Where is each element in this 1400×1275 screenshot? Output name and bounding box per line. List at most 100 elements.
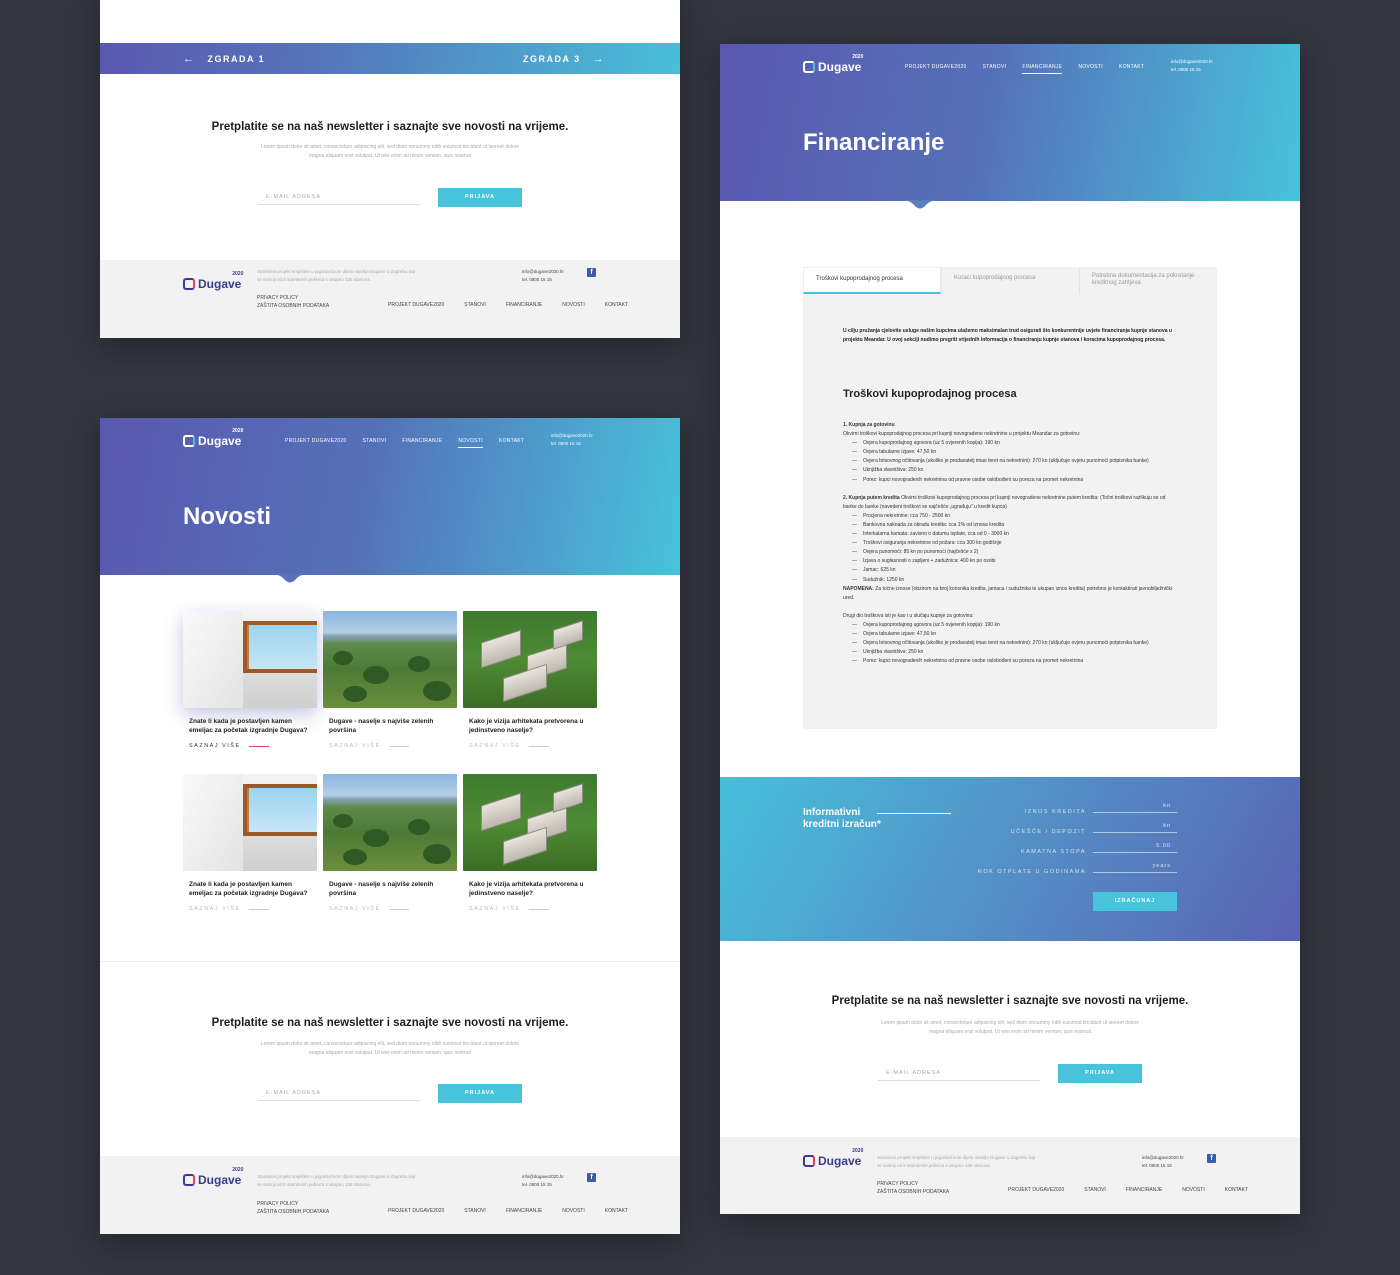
- read-more-link[interactable]: SAZNAJ VIŠE: [469, 906, 591, 912]
- footer-menu-novosti[interactable]: NOVOSTI: [562, 1208, 585, 1214]
- footer-logo[interactable]: Dugave 2020: [803, 1148, 863, 1168]
- footer-logo[interactable]: Dugave 2020: [183, 1167, 243, 1187]
- footer-email[interactable]: info@dugave2020.hr: [1142, 1154, 1184, 1162]
- news-card[interactable]: Kako je vizija arhitekata pretvorena u j…: [463, 611, 597, 749]
- credit-purchase-title: 2. Kupnja putem kredita: [843, 494, 900, 501]
- footer-menu-stanovi[interactable]: STANOVI: [464, 302, 486, 308]
- footer-menu-stanovi[interactable]: STANOVI: [1084, 1187, 1106, 1193]
- newsletter-email-input[interactable]: E-MAIL ADRESA: [258, 188, 420, 205]
- list-item: Ovjera tabularne izjave: 47,50 kn: [843, 448, 1173, 457]
- news-card[interactable]: Znate li kada je postavljen kamen emelja…: [183, 611, 317, 749]
- read-more-link[interactable]: SAZNAJ VIŠE: [329, 743, 451, 749]
- menu-novosti[interactable]: NOVOSTI: [458, 438, 483, 448]
- facebook-icon[interactable]: f: [587, 268, 596, 277]
- menu-projekt[interactable]: PROJEKT DUGAVE2020: [905, 64, 967, 74]
- footer-menu-projekt[interactable]: PROJEKT DUGAVE2020: [388, 302, 444, 308]
- header-phone[interactable]: tel. 0800 15 15: [1171, 66, 1213, 74]
- footer-menu-financiranje[interactable]: FINANCIRANJE: [1126, 1187, 1162, 1193]
- news-card-image[interactable]: [463, 611, 597, 708]
- menu-stanovi[interactable]: STANOVI: [363, 438, 387, 448]
- privacy-policy-link[interactable]: PRIVACY POLICY: [257, 294, 329, 302]
- facebook-icon[interactable]: f: [587, 1173, 596, 1182]
- header-email[interactable]: info@dugave2020.hr: [1171, 58, 1213, 66]
- news-card-title[interactable]: Znate li kada je postavljen kamen emelja…: [189, 880, 311, 900]
- menu-kontakt[interactable]: KONTAKT: [499, 438, 524, 448]
- header-logo[interactable]: Dugave 2020: [803, 54, 863, 74]
- prev-building-link[interactable]: ← ZGRADA 1: [183, 53, 265, 65]
- header-phone[interactable]: tel. 0800 15 15: [551, 440, 593, 448]
- footer-legal-links: PRIVACY POLICY ZAŠTITA OSOBNIH PODATAKA: [257, 1200, 329, 1216]
- footer-email[interactable]: info@dugave2020.hr: [522, 1173, 564, 1181]
- newsletter-submit-button[interactable]: PRIJAVA: [438, 188, 522, 207]
- footer-menu-kontakt[interactable]: KONTAKT: [1225, 1187, 1248, 1193]
- calculate-button[interactable]: IZRAČUNAJ: [1093, 892, 1177, 911]
- footer-menu-kontakt[interactable]: KONTAKT: [605, 1208, 628, 1214]
- interest-rate-input[interactable]: 5.00: [1093, 843, 1177, 853]
- logo-mark-icon: [183, 435, 195, 447]
- news-card[interactable]: Dugave - naselje s najviše zelenih površ…: [323, 611, 457, 749]
- data-protection-link[interactable]: ZAŠTITA OSOBNIH PODATAKA: [877, 1188, 949, 1196]
- news-card-title[interactable]: Kako je vizija arhitekata pretvorena u j…: [469, 717, 591, 737]
- footer-menu-kontakt[interactable]: KONTAKT: [605, 302, 628, 308]
- privacy-policy-link[interactable]: PRIVACY POLICY: [877, 1180, 949, 1188]
- header-logo[interactable]: Dugave 2020: [183, 428, 243, 448]
- loan-term-input[interactable]: years: [1093, 863, 1177, 873]
- logo-text: Dugave: [198, 434, 242, 448]
- footer-legal-links: PRIVACY POLICY ZAŠTITA OSOBNIH PODATAKA: [877, 1180, 949, 1196]
- footer-menu-novosti[interactable]: NOVOSTI: [1182, 1187, 1205, 1193]
- footer-logo[interactable]: Dugave 2020: [183, 271, 243, 291]
- tab-troskovi[interactable]: Troškovi kupoprodajnog procesa: [803, 267, 941, 294]
- deposit-input[interactable]: kn: [1093, 823, 1177, 833]
- news-card-image[interactable]: [323, 774, 457, 871]
- header-email[interactable]: info@dugave2020.hr: [551, 432, 593, 440]
- loan-amount-input[interactable]: kn: [1093, 803, 1177, 813]
- read-more-link[interactable]: SAZNAJ VIŠE: [189, 743, 311, 749]
- news-card[interactable]: Znate li kada je postavljen kamen emelja…: [183, 774, 317, 912]
- footer-menu-projekt[interactable]: PROJEKT DUGAVE2020: [1008, 1187, 1064, 1193]
- tab-dokumentacija[interactable]: Potrebna dokumentacija za pokretanje kre…: [1079, 267, 1217, 294]
- data-protection-link[interactable]: ZAŠTITA OSOBNIH PODATAKA: [257, 1208, 329, 1216]
- footer-phone[interactable]: tel. 0800 15 15: [522, 1181, 564, 1189]
- news-card-image[interactable]: [183, 611, 317, 708]
- footer-menu-novosti[interactable]: NOVOSTI: [562, 302, 585, 308]
- news-card-title[interactable]: Dugave - naselje s najviše zelenih površ…: [329, 880, 451, 900]
- footer-menu-financiranje[interactable]: FINANCIRANJE: [506, 1208, 542, 1214]
- footer-menu-financiranje[interactable]: FINANCIRANJE: [506, 302, 542, 308]
- list-item: Ovjera brisovnog očitovanja (ukoliko je …: [843, 457, 1173, 466]
- menu-kontakt[interactable]: KONTAKT: [1119, 64, 1144, 74]
- facebook-icon[interactable]: f: [1207, 1154, 1216, 1163]
- hero-notch: [270, 574, 310, 583]
- read-more-link[interactable]: SAZNAJ VIŠE: [469, 743, 591, 749]
- read-more-line: [528, 745, 549, 747]
- news-card-image[interactable]: [323, 611, 457, 708]
- read-more-link[interactable]: SAZNAJ VIŠE: [329, 906, 451, 912]
- newsletter-submit-button[interactable]: PRIJAVA: [1058, 1064, 1142, 1083]
- data-protection-link[interactable]: ZAŠTITA OSOBNIH PODATAKA: [257, 302, 329, 310]
- newsletter-email-input[interactable]: E-MAIL ADRESA: [258, 1084, 420, 1101]
- news-card-image[interactable]: [463, 774, 597, 871]
- menu-projekt[interactable]: PROJEKT DUGAVE2020: [285, 438, 347, 448]
- menu-stanovi[interactable]: STANOVI: [983, 64, 1007, 74]
- menu-financiranje[interactable]: FINANCIRANJE: [402, 438, 442, 448]
- news-card-image[interactable]: [183, 774, 317, 871]
- news-card-title[interactable]: Dugave - naselje s najviše zelenih površ…: [329, 717, 451, 737]
- news-card-title[interactable]: Kako je vizija arhitekata pretvorena u j…: [469, 880, 591, 900]
- menu-financiranje[interactable]: FINANCIRANJE: [1022, 64, 1063, 74]
- footer-menu-projekt[interactable]: PROJEKT DUGAVE2020: [388, 1208, 444, 1214]
- footer-email[interactable]: info@dugave2020.hr: [522, 268, 564, 276]
- news-card-title[interactable]: Znate li kada je postavljen kamen emelja…: [189, 717, 311, 737]
- news-card[interactable]: Kako je vizija arhitekata pretvorena u j…: [463, 774, 597, 912]
- footer-phone[interactable]: tel. 0800 15 15: [522, 276, 564, 284]
- news-card[interactable]: Dugave - naselje s najviše zelenih površ…: [323, 774, 457, 912]
- read-more-link[interactable]: SAZNAJ VIŠE: [189, 906, 311, 912]
- tab-koraci[interactable]: Koraci kupoprodajnog procesa: [941, 267, 1079, 294]
- menu-novosti[interactable]: NOVOSTI: [1078, 64, 1103, 74]
- newsletter-email-input[interactable]: E-MAIL ADRESA: [878, 1064, 1040, 1081]
- footer-menu-stanovi[interactable]: STANOVI: [464, 1208, 486, 1214]
- note-label: NAPOMENA:: [843, 585, 874, 592]
- list-item: Interkalarna kamata: zavisno o datumu is…: [843, 530, 1173, 539]
- footer-phone[interactable]: tel. 0800 15 15: [1142, 1162, 1184, 1170]
- next-building-link[interactable]: ZGRADA 3 →: [523, 53, 605, 65]
- newsletter-submit-button[interactable]: PRIJAVA: [438, 1084, 522, 1103]
- privacy-policy-link[interactable]: PRIVACY POLICY: [257, 1200, 329, 1208]
